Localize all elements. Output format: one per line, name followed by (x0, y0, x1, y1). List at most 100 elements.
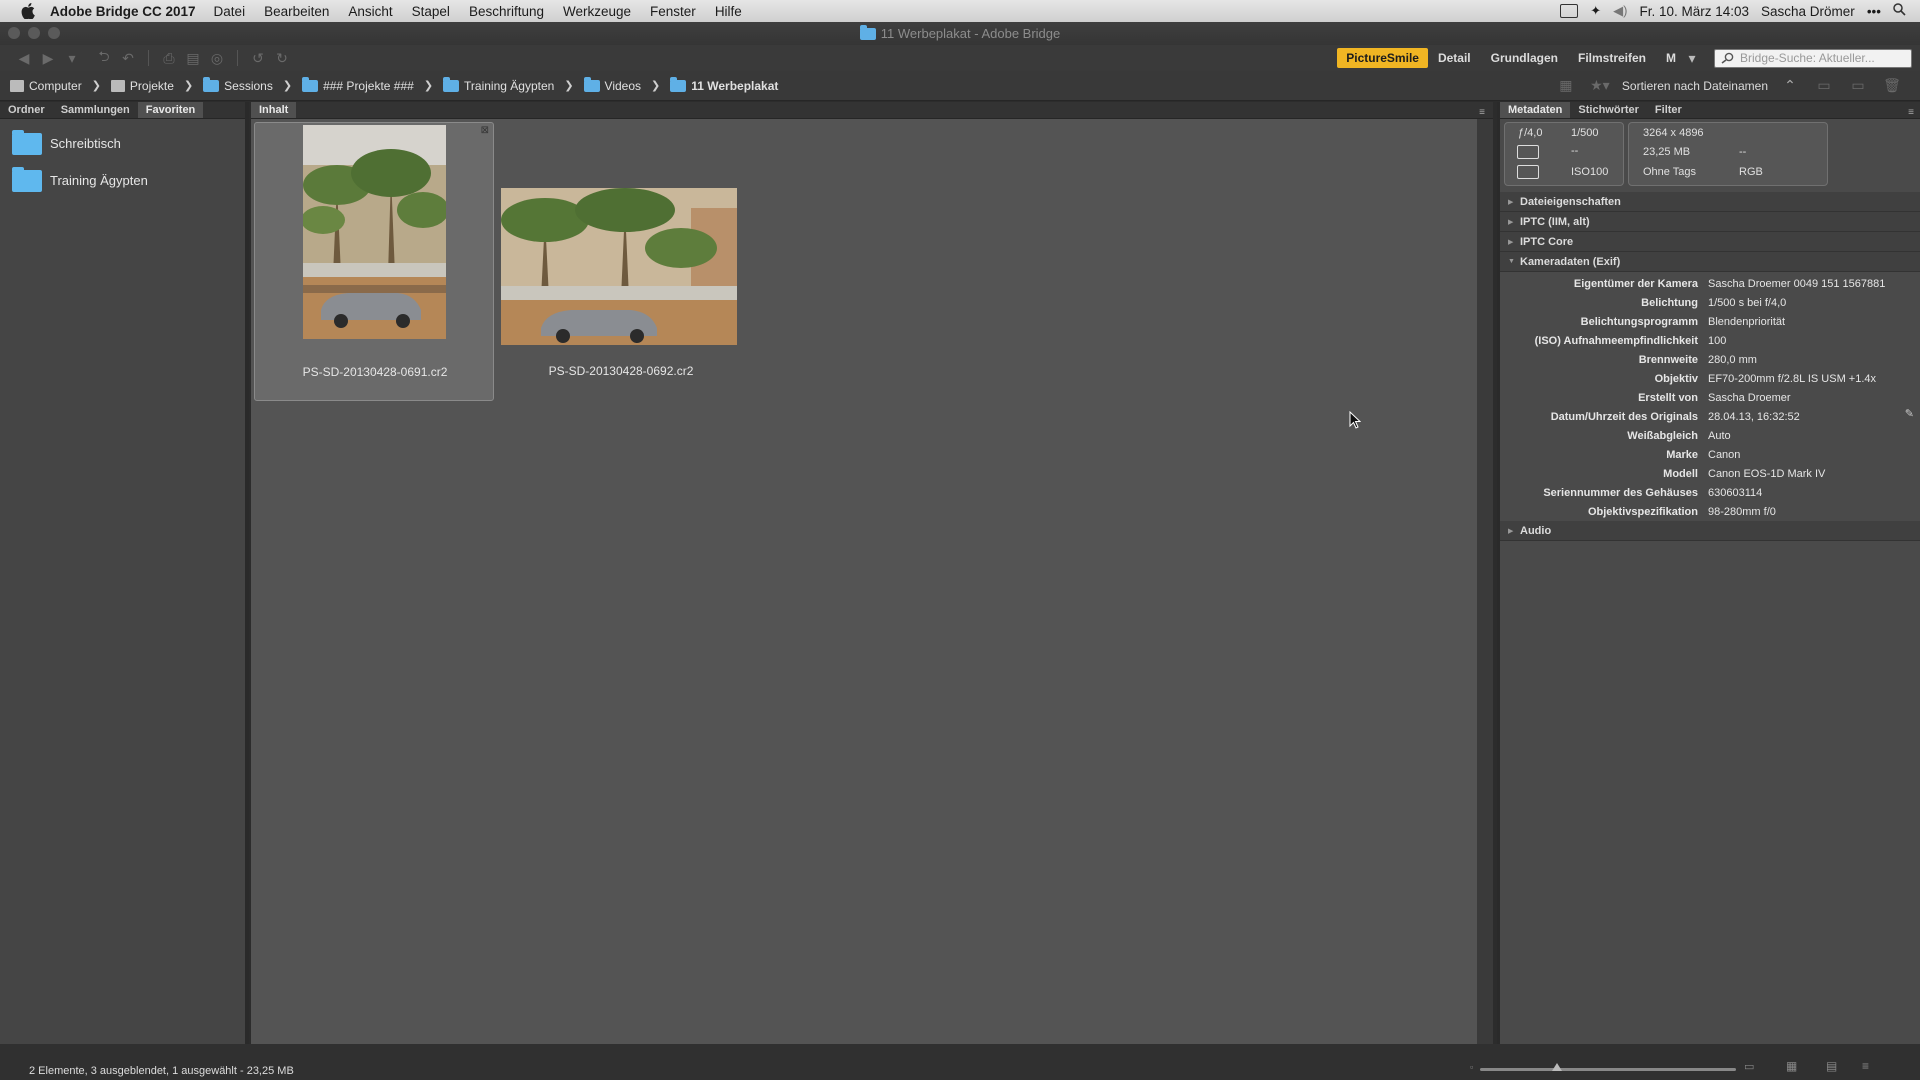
metadata-row[interactable]: Marke Canon (1500, 445, 1920, 464)
refine-icon[interactable]: ▤ (183, 50, 203, 66)
detail-view-icon[interactable]: ▤ (1826, 1059, 1837, 1073)
chevron-right-icon[interactable]: ❯ (424, 79, 433, 92)
section-audio[interactable]: Audio (1500, 521, 1920, 541)
tab-metadaten[interactable]: Metadaten (1500, 102, 1571, 118)
small-thumb-icon[interactable]: ▫ (1470, 1062, 1473, 1072)
tab-sammlungen[interactable]: Sammlungen (53, 102, 138, 118)
section-iptc-iim[interactable]: IPTC (IIM, alt) (1500, 212, 1920, 232)
metadata-row[interactable]: Belichtungsprogramm Blendenpriorität (1500, 312, 1920, 331)
reveal-recent-icon[interactable]: ↶ (118, 50, 138, 66)
menu-bearbeiten[interactable]: Bearbeiten (264, 4, 329, 19)
favorite-item-schreibtisch[interactable]: Schreibtisch (0, 125, 245, 162)
section-iptc-core[interactable]: IPTC Core (1500, 232, 1920, 252)
workspace-dropdown-icon[interactable]: ▾ (1682, 50, 1702, 66)
screen-icon[interactable] (1560, 4, 1579, 18)
crumb-werbeplakat[interactable]: 11 Werbeplakat (670, 76, 778, 93)
sort-direction-icon[interactable]: ⌃ (1780, 77, 1800, 94)
recent-dropdown-icon[interactable]: ▾ (62, 50, 82, 66)
metadata-row[interactable]: Modell Canon EOS-1D Mark IV (1500, 464, 1920, 483)
workspace-more[interactable]: M (1666, 51, 1676, 65)
forward-arrow-icon[interactable]: ▶ (38, 50, 58, 66)
sort-dropdown[interactable]: Sortieren nach Dateinamen (1622, 79, 1768, 93)
apple-icon[interactable] (18, 1, 38, 21)
quality-options-icon[interactable]: ▦ (1556, 77, 1576, 94)
tab-ordner[interactable]: Ordner (0, 102, 53, 118)
tab-stichwoerter[interactable]: Stichwörter (1570, 102, 1647, 118)
list-view-icon[interactable]: ≡ (1862, 1059, 1869, 1073)
crumb-computer[interactable]: Computer ❯ (10, 79, 111, 93)
thumbnail-item-selected[interactable]: • • • • • ⊠ PS-SD-20130428-0691.cr2 (254, 122, 494, 401)
menu-fenster[interactable]: Fenster (650, 4, 696, 19)
camera-import-icon[interactable]: ⎙ (159, 50, 179, 66)
app-name[interactable]: Adobe Bridge CC 2017 (50, 4, 196, 19)
favorite-item-training-aegypten[interactable]: Training Ägypten (0, 162, 245, 199)
tab-filter[interactable]: Filter (1647, 102, 1690, 118)
close-window-button[interactable] (8, 27, 20, 39)
grid-view-icon[interactable]: ▦ (1786, 1059, 1797, 1073)
section-dateieigenschaften[interactable]: Dateieigenschaften (1500, 192, 1920, 212)
chevron-right-icon[interactable]: ❯ (283, 79, 292, 92)
metadata-row[interactable]: Eigentümer der Kamera Sascha Droemer 0049… (1500, 274, 1920, 293)
workspace-grundlagen[interactable]: Grundlagen (1491, 51, 1558, 65)
thumbnail-item[interactable]: PS-SD-20130428-0692.cr2 (501, 122, 741, 401)
content-scrollbar[interactable] (1477, 119, 1493, 1044)
panel-menu-icon[interactable]: ≡ (1908, 107, 1920, 118)
stack-badge-icon[interactable]: ⊠ (481, 125, 489, 136)
parent-folder-icon[interactable]: ⮌ (94, 48, 114, 66)
slider-knob[interactable] (1551, 1063, 1562, 1071)
metadata-row[interactable]: Weißabgleich Auto (1500, 426, 1920, 445)
crumb-sessions[interactable]: Sessions ❯ (203, 76, 302, 93)
metadata-row[interactable]: Seriennummer des Gehäuses 630603114 (1500, 483, 1920, 502)
spotlight-icon[interactable] (1893, 3, 1906, 19)
search-input[interactable]: Bridge-Suche: Aktueller... (1714, 48, 1912, 68)
open-recent-icon[interactable]: ▭ (1814, 77, 1834, 94)
crumb-projekte-hash[interactable]: ### Projekte ### ❯ (302, 76, 443, 93)
metadata-row[interactable]: Brennweite 280,0 mm (1500, 350, 1920, 369)
menu-werkzeuge[interactable]: Werkzeuge (563, 4, 631, 19)
thumbnail-size-slider[interactable] (1480, 1063, 1736, 1071)
section-kameradaten[interactable]: Kameradaten (Exif) (1500, 252, 1920, 272)
metadata-row[interactable]: Objektivspezifikation 98-280mm f/0 (1500, 502, 1920, 521)
crumb-videos[interactable]: Videos ❯ (583, 76, 671, 93)
trash-icon[interactable]: 🗑 (1882, 77, 1902, 94)
user-name[interactable]: Sascha Drömer (1761, 4, 1855, 19)
menu-datei[interactable]: Datei (214, 4, 246, 19)
more-icon[interactable]: ••• (1867, 4, 1881, 19)
tab-inhalt[interactable]: Inhalt (251, 102, 297, 118)
filter-rating-icon[interactable]: ★▾ (1590, 77, 1610, 94)
new-folder-icon[interactable]: ▭ (1848, 77, 1868, 94)
rotate-left-icon[interactable]: ↺ (248, 50, 268, 66)
menu-hilfe[interactable]: Hilfe (715, 4, 742, 19)
metadata-row[interactable]: Objektiv EF70-200mm f/2.8L IS USM +1.4x (1500, 369, 1920, 388)
photo-thumbnail (303, 125, 446, 339)
metadata-row[interactable]: (ISO) Aufnahmeempfindlichkeit 100 (1500, 331, 1920, 350)
tab-favoriten[interactable]: Favoriten (137, 102, 204, 118)
metadata-row[interactable]: Belichtung 1/500 s bei f/4,0 (1500, 293, 1920, 312)
menu-stapel[interactable]: Stapel (412, 4, 450, 19)
minimize-window-button[interactable] (28, 27, 40, 39)
crumb-training-aegypten[interactable]: Training Ägypten ❯ (443, 76, 584, 93)
metadata-row[interactable]: Erstellt von Sascha Droemer (1500, 388, 1920, 407)
menu-ansicht[interactable]: Ansicht (348, 4, 392, 19)
zoom-window-button[interactable] (48, 27, 60, 39)
chevron-right-icon[interactable]: ❯ (564, 79, 573, 92)
chevron-right-icon[interactable]: ❯ (184, 79, 193, 92)
sort-controls: ▦ ★▾ Sortieren nach Dateinamen ⌃ ▭ ▭ 🗑 (1554, 77, 1920, 94)
open-in-camera-raw-icon[interactable]: ◎ (207, 50, 227, 66)
panel-menu-icon[interactable]: ≡ (1479, 107, 1493, 118)
clock-text[interactable]: Fr. 10. März 14:03 (1639, 4, 1749, 19)
back-arrow-icon[interactable]: ◀ (14, 50, 34, 66)
volume-icon[interactable]: ◀) (1613, 3, 1627, 19)
metadata-row[interactable]: Datum/Uhrzeit des Originals 28.04.13, 16:… (1500, 407, 1920, 426)
menu-beschriftung[interactable]: Beschriftung (469, 4, 544, 19)
chevron-right-icon[interactable]: ❯ (651, 79, 660, 92)
workspace-detail[interactable]: Detail (1438, 51, 1471, 65)
chevron-right-icon[interactable]: ❯ (92, 79, 101, 92)
dropbox-icon[interactable]: ✦ (1590, 3, 1601, 19)
workspace-picturesmile[interactable]: PictureSmile (1337, 48, 1428, 68)
large-thumb-icon[interactable]: ▭ (1744, 1060, 1754, 1073)
rotate-right-icon[interactable]: ↻ (272, 50, 292, 66)
crumb-projekte[interactable]: Projekte ❯ (110, 79, 203, 93)
workspace-filmstreifen[interactable]: Filmstreifen (1578, 51, 1646, 65)
edit-pencil-icon[interactable]: ✎ (1905, 407, 1914, 420)
